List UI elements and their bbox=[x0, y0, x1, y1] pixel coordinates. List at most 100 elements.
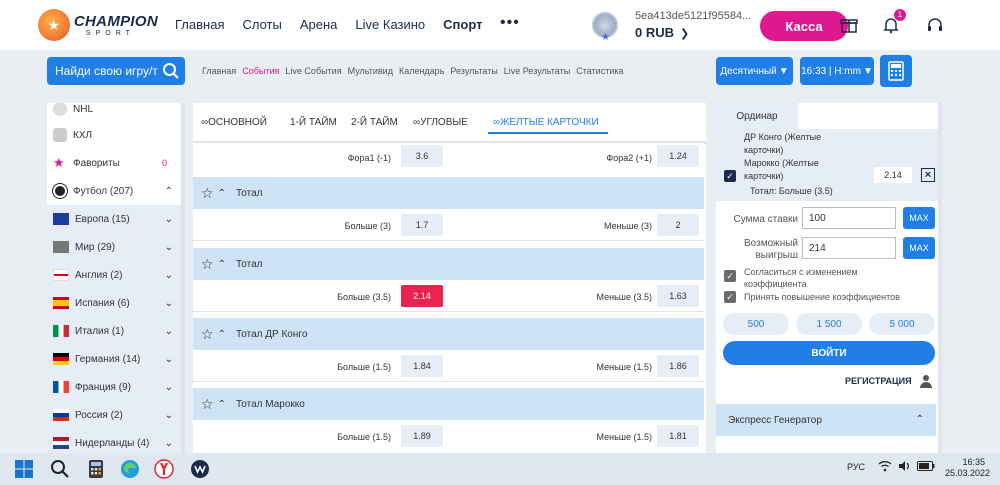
search-icon[interactable] bbox=[162, 62, 180, 80]
sub-nav: Главная События Live События Мультивид К… bbox=[202, 66, 630, 76]
selection-checkbox[interactable]: ✓ bbox=[724, 170, 736, 182]
register-link[interactable]: РЕГИСТРАЦИЯ bbox=[845, 376, 912, 386]
subnav-live-results[interactable]: Live Результаты bbox=[504, 66, 570, 76]
selection-market: Тотал: Больше (3.5) bbox=[750, 186, 833, 196]
sidebar-item-netherlands[interactable]: Нидерланды (4) ⌄ bbox=[47, 429, 181, 455]
stake-input[interactable] bbox=[802, 207, 896, 229]
quick-stake-1500[interactable]: 1 500 bbox=[796, 313, 862, 335]
subnav-calendar[interactable]: Календарь bbox=[399, 66, 444, 76]
search-input[interactable] bbox=[55, 64, 159, 78]
star-outline-icon[interactable]: ☆ bbox=[201, 256, 214, 273]
star-outline-icon[interactable]: ☆ bbox=[201, 396, 214, 413]
nav-home[interactable]: Главная bbox=[175, 17, 224, 32]
sidebar-item-europe[interactable]: Европа (15) ⌄ bbox=[47, 205, 181, 233]
odd-button[interactable]: 1.89 bbox=[401, 425, 443, 447]
app-w-icon[interactable] bbox=[190, 459, 210, 479]
market-header-total-morocco[interactable]: ☆ ⌃ Тотал Марокко bbox=[193, 388, 704, 420]
market-header-total-congo[interactable]: ☆ ⌃ Тотал ДР Конго bbox=[193, 318, 704, 350]
subnav-statistics[interactable]: Статистика bbox=[576, 66, 623, 76]
quick-stake-5000[interactable]: 5 000 bbox=[869, 313, 935, 335]
flag-netherlands-icon bbox=[53, 437, 69, 449]
kassa-button[interactable]: Касса bbox=[760, 11, 848, 41]
tab-corners[interactable]: ∞УГЛОВЫЕ bbox=[413, 117, 468, 128]
market-header-total-2[interactable]: ☆ ⌃ Тотал bbox=[193, 248, 704, 280]
bet-event-line: карточки) bbox=[744, 145, 784, 155]
user-icon[interactable] bbox=[919, 374, 933, 388]
odd-button[interactable]: 1.63 bbox=[657, 285, 699, 307]
odd-button[interactable]: 1.7 bbox=[401, 214, 443, 236]
wifi-icon[interactable] bbox=[878, 460, 892, 472]
odd-button[interactable]: 2 bbox=[657, 214, 699, 236]
edge-browser-icon[interactable] bbox=[120, 459, 140, 479]
chevron-up-icon: ⌃ bbox=[217, 328, 226, 340]
time-format-select[interactable]: 16:33 | H:mm ▼ bbox=[800, 57, 874, 85]
sidebar-item-france[interactable]: Франция (9) ⌄ bbox=[47, 373, 181, 401]
odd-button[interactable]: 1.24 bbox=[657, 145, 699, 167]
calculator-button[interactable] bbox=[880, 55, 912, 87]
express-generator[interactable]: Экспресс Генератор ⌃ bbox=[716, 404, 936, 436]
tab-main[interactable]: ∞ОСНОВНОЙ bbox=[201, 117, 267, 128]
market-header-total-1[interactable]: ☆ ⌃ Тотал bbox=[193, 177, 704, 209]
subnav-home[interactable]: Главная bbox=[202, 66, 236, 76]
speaker-icon[interactable] bbox=[898, 460, 912, 472]
nav-live-casino[interactable]: Live Казино bbox=[355, 17, 425, 32]
sidebar-item-russia[interactable]: Россия (2) ⌄ bbox=[47, 401, 181, 429]
odds-format-select[interactable]: Десятичный ▼ bbox=[716, 57, 793, 85]
express-generator-label: Экспресс Генератор bbox=[728, 414, 822, 426]
odd-button[interactable]: 3.6 bbox=[401, 145, 443, 167]
sidebar-item-label: Россия (2) bbox=[75, 409, 123, 421]
sidebar-item-germany[interactable]: Германия (14) ⌄ bbox=[47, 345, 181, 373]
market-row: Больше (3) 1.7 Меньше (3) 2 bbox=[193, 210, 704, 240]
nav-slots[interactable]: Слоты bbox=[242, 17, 281, 32]
subnav-events[interactable]: События bbox=[242, 66, 279, 76]
sidebar-item-italy[interactable]: Италия (1) ⌄ bbox=[47, 317, 181, 345]
odd-button[interactable]: 1.81 bbox=[657, 425, 699, 447]
calculator-app-icon[interactable] bbox=[86, 459, 106, 479]
more-menu-icon[interactable]: ••• bbox=[500, 14, 520, 32]
keyboard-language[interactable]: РУС bbox=[847, 462, 865, 472]
odd-button-selected[interactable]: 2.14 bbox=[401, 285, 443, 307]
accept-change-checkbox[interactable]: ✓ bbox=[724, 270, 736, 282]
battery-icon[interactable] bbox=[917, 461, 935, 471]
nav-sport[interactable]: Спорт bbox=[443, 17, 482, 32]
sidebar-item-nhl[interactable]: NHL bbox=[47, 103, 181, 123]
betslip-scrollbar[interactable] bbox=[938, 103, 942, 455]
subnav-live-events[interactable]: Live События bbox=[285, 66, 341, 76]
nav-arena[interactable]: Арена bbox=[300, 17, 338, 32]
yandex-browser-icon[interactable] bbox=[154, 459, 174, 479]
tab-single-bet[interactable]: Ординар bbox=[716, 103, 798, 129]
sidebar-item-khl[interactable]: КХЛ bbox=[47, 121, 181, 149]
odd-button[interactable]: 1.84 bbox=[401, 355, 443, 377]
subnav-multiview[interactable]: Мультивид bbox=[348, 66, 393, 76]
system-clock[interactable]: 16:35 25.03.2022 bbox=[945, 457, 990, 479]
sidebar-item-spain[interactable]: Испания (6) ⌄ bbox=[47, 289, 181, 317]
gift-icon[interactable] bbox=[840, 16, 858, 34]
headset-icon[interactable] bbox=[926, 16, 944, 34]
search-icon[interactable] bbox=[50, 459, 70, 479]
sidebar-item-football[interactable]: Футбол (207) ⌃ bbox=[47, 177, 181, 205]
windows-start-icon[interactable] bbox=[14, 459, 34, 479]
star-outline-icon[interactable]: ☆ bbox=[201, 185, 214, 202]
subnav-results[interactable]: Результаты bbox=[450, 66, 497, 76]
accept-raise-checkbox[interactable]: ✓ bbox=[724, 291, 736, 303]
remove-selection-icon[interactable]: × bbox=[921, 168, 935, 182]
sidebar-scrollbar[interactable] bbox=[181, 103, 185, 455]
balance-dropdown[interactable]: 0 RUB ❯ bbox=[635, 25, 689, 40]
market-title: Тотал ДР Конго bbox=[235, 328, 308, 340]
quick-stake-500[interactable]: 500 bbox=[723, 313, 789, 335]
game-search[interactable] bbox=[47, 57, 185, 85]
win-max-button[interactable]: MAX bbox=[903, 237, 935, 259]
sidebar-item-england[interactable]: Англия (2) ⌄ bbox=[47, 261, 181, 289]
sidebar-item-favorites[interactable]: ★ Фавориты 0 bbox=[47, 149, 181, 177]
potential-win-input[interactable] bbox=[802, 237, 896, 259]
champion-logo[interactable]: ★ CHAMPION SPORT bbox=[38, 8, 158, 42]
tab-yellow-cards[interactable]: ∞ЖЕЛТЫЕ КАРТОЧКИ bbox=[493, 117, 599, 128]
tab-first-half[interactable]: 1-Й ТАЙМ bbox=[290, 117, 337, 128]
sidebar-item-world[interactable]: Мир (29) ⌄ bbox=[47, 233, 181, 261]
outcome-label: Фора2 (+1) bbox=[606, 153, 652, 163]
odd-button[interactable]: 1.86 bbox=[657, 355, 699, 377]
star-outline-icon[interactable]: ☆ bbox=[201, 326, 214, 343]
login-button[interactable]: ВОЙТИ bbox=[723, 341, 935, 365]
tab-second-half[interactable]: 2-Й ТАЙМ bbox=[351, 117, 398, 128]
stake-max-button[interactable]: MAX bbox=[903, 207, 935, 229]
